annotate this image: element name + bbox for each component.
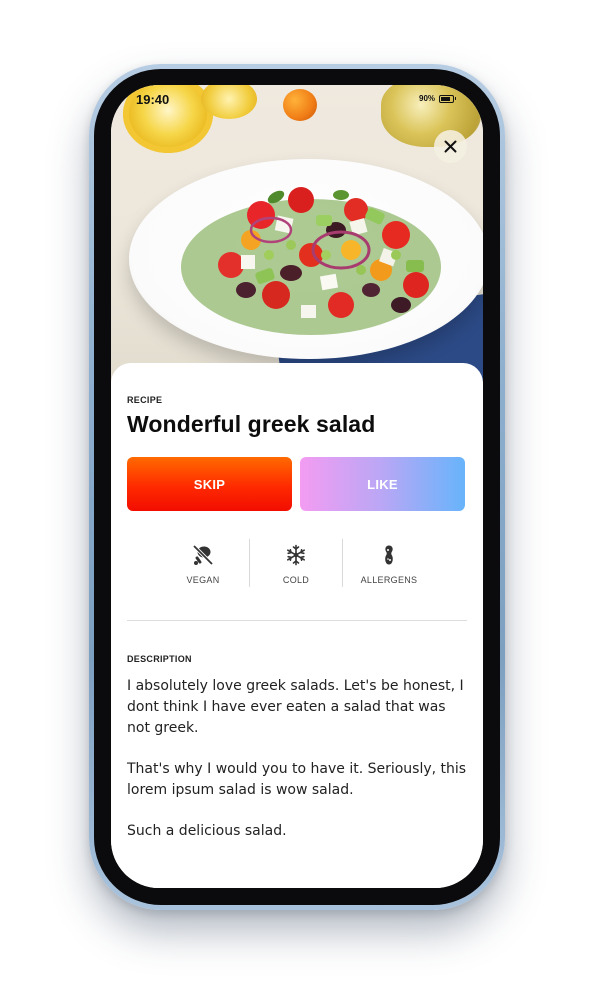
- feature-vegan: VEGAN: [157, 539, 249, 589]
- close-button[interactable]: [434, 130, 467, 163]
- like-button[interactable]: LIKE: [300, 457, 465, 511]
- phone-screen: 19:40 90% RECIPE Wonderful greek salad S…: [111, 85, 483, 888]
- feature-row: VEGAN COLD ALLERGENS: [157, 539, 437, 589]
- stage: 19:40 90% RECIPE Wonderful greek salad S…: [0, 0, 590, 993]
- close-icon: [444, 140, 457, 153]
- recipe-eyebrow: RECIPE: [127, 395, 163, 405]
- description-paragraph: I absolutely love greek salads. Let's be…: [127, 678, 464, 736]
- snowflake-icon: [286, 544, 306, 566]
- description-text: I absolutely love greek salads. Let's be…: [127, 676, 472, 862]
- hero-image: 19:40 90%: [111, 85, 483, 385]
- recipe-card: RECIPE Wonderful greek salad SKIP LIKE V…: [111, 363, 483, 888]
- feature-label: COLD: [282, 575, 310, 585]
- feature-cold: COLD: [250, 539, 342, 589]
- description-eyebrow: DESCRIPTION: [127, 654, 192, 664]
- battery-level: [441, 96, 451, 101]
- peanut-icon: [385, 545, 393, 565]
- battery-icon: [439, 94, 457, 103]
- status-indicators: 90%: [419, 94, 457, 103]
- section-divider: [127, 620, 467, 621]
- feature-label: ALLERGENS: [360, 575, 418, 585]
- skip-button[interactable]: SKIP: [127, 457, 292, 511]
- description-paragraph: Such a delicious salad.: [127, 823, 287, 839]
- no-meat-icon: [192, 544, 214, 566]
- description-paragraph: That's why I would you to have it. Serio…: [127, 761, 467, 798]
- recipe-title: Wonderful greek salad: [127, 411, 376, 437]
- feature-label: VEGAN: [186, 575, 220, 585]
- battery-percent: 90%: [419, 94, 436, 103]
- feature-allergens: ALLERGENS: [343, 539, 435, 589]
- salad-illustration: [181, 187, 441, 335]
- status-time: 19:40: [136, 92, 170, 107]
